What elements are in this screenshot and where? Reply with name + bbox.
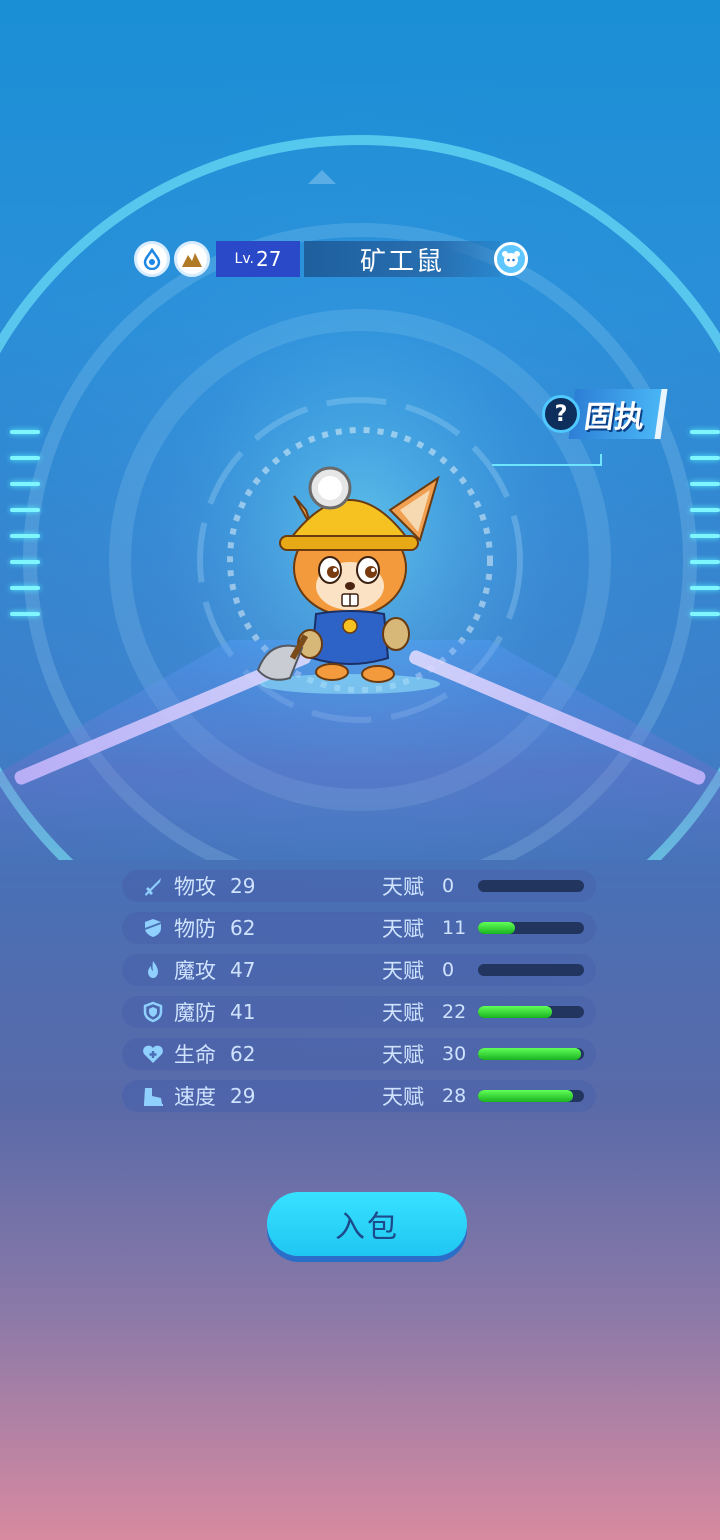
pet-header: Lv. 27 矿工鼠 [134, 240, 530, 278]
left-light-ticks [10, 430, 40, 670]
talent-value: 11 [442, 917, 467, 939]
stat-name: 物防 [174, 917, 216, 941]
stat-row-magic-defense: 魔防 41 天赋 22 [122, 996, 596, 1028]
boot-icon [140, 1083, 166, 1109]
water-element-icon[interactable] [134, 241, 170, 277]
stat-value: 29 [230, 874, 256, 898]
stat-name: 生命 [174, 1043, 216, 1067]
right-light-ticks [690, 430, 720, 670]
stat-row-health: 生命 62 天赋 30 [122, 1038, 596, 1070]
talent-bar [478, 1048, 584, 1060]
stat-value: 47 [230, 958, 256, 982]
earth-element-icon[interactable] [174, 241, 210, 277]
talent-bar-fill [478, 922, 516, 934]
talent-bar [478, 1006, 584, 1018]
talent-label: 天赋 [382, 1043, 424, 1067]
talent-label: 天赋 [382, 875, 424, 899]
talent-bar [478, 880, 584, 892]
nature-badge[interactable]: ? 固执 [542, 386, 670, 442]
talent-bar [478, 1090, 584, 1102]
magic-shield-icon [140, 999, 166, 1025]
stat-name: 魔攻 [174, 959, 216, 983]
stat-value: 62 [230, 916, 256, 940]
talent-label: 天赋 [382, 1085, 424, 1109]
talent-bar [478, 964, 584, 976]
talent-value: 0 [442, 959, 455, 981]
pet-name: 矿工鼠 [304, 241, 500, 277]
talent-label: 天赋 [382, 959, 424, 983]
nature-connector-line [492, 464, 602, 466]
talent-label: 天赋 [382, 917, 424, 941]
stat-name: 速度 [174, 1085, 216, 1109]
add-to-bag-button[interactable]: 入包 [267, 1192, 467, 1256]
nature-connector-tick [600, 454, 602, 466]
pet-face-icon[interactable] [494, 242, 528, 276]
talent-bar-fill [478, 1048, 581, 1060]
heart-icon [140, 1041, 166, 1067]
stat-row-magic-attack: 魔攻 47 天赋 0 [122, 954, 596, 986]
flame-icon [140, 957, 166, 983]
stat-row-physical-defense: 物防 62 天赋 11 [122, 912, 596, 944]
talent-bar-fill [478, 1006, 553, 1018]
stat-value: 62 [230, 1042, 256, 1066]
talent-value: 28 [442, 1085, 467, 1107]
talent-value: 0 [442, 875, 455, 897]
stat-value: 41 [230, 1000, 256, 1024]
talent-label: 天赋 [382, 1001, 424, 1025]
stat-value: 29 [230, 1084, 256, 1108]
sword-icon [140, 873, 166, 899]
pet-character-image[interactable] [250, 458, 450, 698]
shield-icon [140, 915, 166, 941]
help-icon[interactable]: ? [542, 395, 580, 433]
talent-bar-fill [478, 1090, 574, 1102]
level-prefix: Lv. [234, 251, 254, 267]
stats-panel: 物攻 29 天赋 0 物防 62 天赋 11 魔攻 47 天赋 0 魔防 41 … [122, 870, 596, 1122]
stat-name: 物攻 [174, 875, 216, 899]
stat-name: 魔防 [174, 1001, 216, 1025]
stat-row-speed: 速度 29 天赋 28 [122, 1080, 596, 1112]
nature-label: 固执 [568, 389, 668, 439]
level-value: 27 [256, 247, 282, 271]
stat-row-physical-attack: 物攻 29 天赋 0 [122, 870, 596, 902]
talent-bar [478, 922, 584, 934]
talent-value: 22 [442, 1001, 467, 1023]
level-badge: Lv. 27 [216, 241, 300, 277]
talent-value: 30 [442, 1043, 467, 1065]
